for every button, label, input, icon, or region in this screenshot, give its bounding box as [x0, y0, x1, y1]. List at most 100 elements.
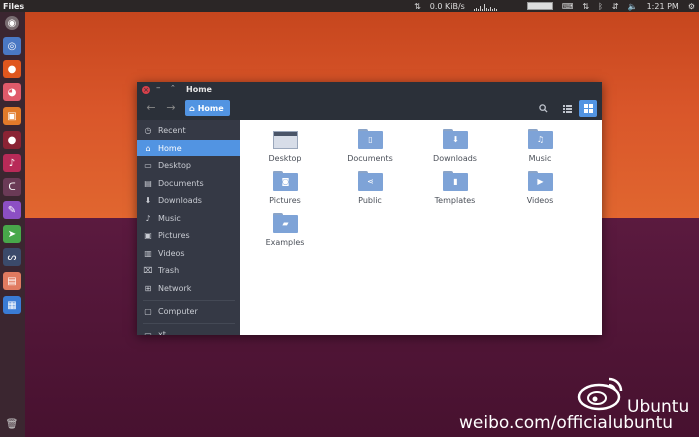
indicator-area: ⇅ 0.0 KiB/s ⌨ ⇅ ᛒ ⇵ 🔈 1:21 PM ⚙ — [414, 0, 695, 12]
telegram-icon[interactable]: ➤ — [3, 225, 21, 243]
grid-icon — [583, 104, 593, 113]
sidebar-item-computer[interactable]: ▢ Computer — [137, 303, 240, 319]
file-label: Documents — [347, 154, 393, 163]
places-sidebar: ◷ Recent ⌂ Home ▭ Desktop ▤ Documents ⬇ Downl… — [137, 120, 240, 335]
search-icon — [538, 104, 548, 113]
minimize-button[interactable]: – — [156, 83, 161, 93]
wifi-icon[interactable]: ⇵ — [612, 2, 619, 11]
toolbar: ← → ⌂ Home — [137, 97, 602, 120]
files-icon[interactable]: ▦ — [3, 296, 21, 314]
desktop-icon: ▭ — [144, 160, 152, 170]
network-graph — [473, 2, 518, 11]
file-item-music[interactable]: ♫ Music — [505, 129, 575, 167]
chromium-icon[interactable]: ◎ — [3, 37, 21, 55]
music-icon: ♪ — [145, 213, 151, 223]
window-title: Home — [186, 85, 212, 94]
keyboard-icon[interactable]: ⌨ — [562, 2, 574, 11]
bluetooth-icon[interactable]: ᛒ — [598, 2, 603, 11]
file-label: Music — [528, 154, 552, 163]
list-icon — [562, 104, 572, 113]
ubuntu-logo-icon[interactable]: ◉ — [5, 16, 19, 30]
list-view-button[interactable] — [558, 100, 576, 117]
search-button[interactable] — [534, 100, 552, 117]
top-panel: Files ⇅ 0.0 KiB/s ⌨ ⇅ ᛒ ⇵ 🔈 1:21 PM ⚙ — [0, 0, 699, 12]
sidebar-item-network[interactable]: ⊞ Network — [137, 280, 240, 296]
download-icon: ⬇ — [144, 195, 152, 205]
sidebar-item-home[interactable]: ⌂ Home — [137, 140, 240, 156]
sidebar-item-pictures[interactable]: ▣ Pictures — [137, 227, 240, 243]
sidebar-item-desktop[interactable]: ▭ Desktop — [137, 157, 240, 173]
file-label: Templates — [434, 196, 476, 205]
file-item-public[interactable]: ⋖ Public — [335, 171, 405, 209]
forward-button[interactable]: → — [164, 101, 178, 115]
file-item-downloads[interactable]: ⬇ Downloads — [420, 129, 490, 167]
file-item-templates[interactable]: ▮ Templates — [420, 171, 490, 209]
app-icon[interactable]: ▤ — [3, 272, 21, 290]
watermark-url: weibo.com/officialubuntu — [459, 413, 674, 433]
file-label: Videos — [526, 196, 554, 205]
file-item-examples[interactable]: ▰ Examples — [250, 213, 320, 251]
file-label: Downloads — [433, 154, 477, 163]
sidebar-separator — [143, 323, 235, 324]
videos-folder-icon: ▶ — [528, 171, 553, 191]
sidebar-item-videos[interactable]: ▥ Videos — [137, 245, 240, 261]
sidebar-item-label: Music — [158, 213, 181, 223]
picture-icon: ▣ — [144, 230, 152, 240]
sidebar-item-trash[interactable]: ⌧ Trash — [137, 262, 240, 278]
network-arrows-icon[interactable]: ⇅ — [414, 2, 421, 11]
sidebar-item-music[interactable]: ♪ Music — [137, 210, 240, 226]
sidebar-item-recent[interactable]: ◷ Recent — [137, 122, 240, 138]
file-item-desktop[interactable]: Desktop — [250, 129, 320, 167]
launcher: ◉ ◎ ● ◕ ▣ ● ♪ ᑕ ✎ ➤ ᔕ ▤ ▦ 🗑 — [0, 12, 25, 437]
pictures-folder-icon: ◙ — [273, 171, 298, 191]
file-manager-window: × – ⌃ Home ← → ⌂ Home ◷ Recent ⌂ Home ▭ Des… — [137, 82, 602, 335]
window-titlebar[interactable]: × – ⌃ Home — [137, 82, 602, 97]
curve-icon[interactable]: ᑕ — [3, 178, 21, 196]
store-icon[interactable]: ▣ — [3, 107, 21, 125]
music-folder-icon: ♫ — [528, 129, 553, 149]
gear-icon[interactable]: ⚙ — [688, 2, 695, 11]
clock[interactable]: 1:21 PM — [647, 2, 679, 11]
examples-folder-icon: ▰ — [273, 213, 298, 233]
network-icon: ⊞ — [144, 283, 152, 293]
paint-icon[interactable]: ✎ — [3, 201, 21, 219]
sidebar-item-label: Trash — [158, 265, 180, 275]
breadcrumb-home[interactable]: ⌂ Home — [185, 100, 230, 116]
sidebar-item-documents[interactable]: ▤ Documents — [137, 175, 240, 191]
file-item-videos[interactable]: ▶ Videos — [505, 171, 575, 209]
sidebar-item-drive[interactable]: ▭ xt — [137, 326, 240, 336]
steam-icon[interactable]: ᔕ — [3, 248, 21, 266]
close-button[interactable]: × — [142, 86, 150, 94]
file-label: Public — [358, 196, 382, 205]
home-icon: ⌂ — [145, 143, 151, 153]
volume-icon[interactable]: 🔈 — [628, 2, 638, 11]
home-icon: ⌂ — [189, 103, 195, 113]
maximize-button[interactable]: ⌃ — [170, 84, 176, 92]
sidebar-item-label: Home — [158, 143, 182, 153]
record-icon[interactable]: ● — [3, 131, 21, 149]
sidebar-item-label: Pictures — [158, 230, 190, 240]
public-folder-icon: ⋖ — [358, 171, 383, 191]
file-label: Pictures — [269, 196, 301, 205]
templates-folder-icon: ▮ — [443, 171, 468, 191]
transfer-icon[interactable]: ⇅ — [582, 2, 589, 11]
drive-icon: ▭ — [144, 329, 152, 336]
owl-icon[interactable]: ◕ — [3, 83, 21, 101]
file-item-documents[interactable]: ▯ Documents — [335, 129, 405, 167]
network-meter — [526, 2, 553, 10]
video-icon: ▥ — [144, 248, 152, 258]
trash-icon[interactable]: 🗑 — [3, 415, 21, 433]
grid-view-button[interactable] — [579, 100, 597, 117]
file-view: Desktop ▯ Documents ⬇ Downloads ♫ Music … — [240, 120, 602, 335]
sidebar-item-downloads[interactable]: ⬇ Downloads — [137, 192, 240, 208]
trash-icon: ⌧ — [143, 265, 153, 275]
weibo-logo-icon — [577, 373, 625, 414]
music-icon[interactable]: ♪ — [3, 154, 21, 172]
firefox-icon[interactable]: ● — [3, 60, 21, 78]
clock-icon: ◷ — [144, 125, 152, 135]
back-button[interactable]: ← — [144, 101, 158, 115]
computer-icon: ▢ — [144, 306, 152, 316]
file-item-pictures[interactable]: ◙ Pictures — [250, 171, 320, 209]
sidebar-item-label: Desktop — [158, 160, 191, 170]
net-speed: 0.0 KiB/s — [429, 1, 465, 11]
